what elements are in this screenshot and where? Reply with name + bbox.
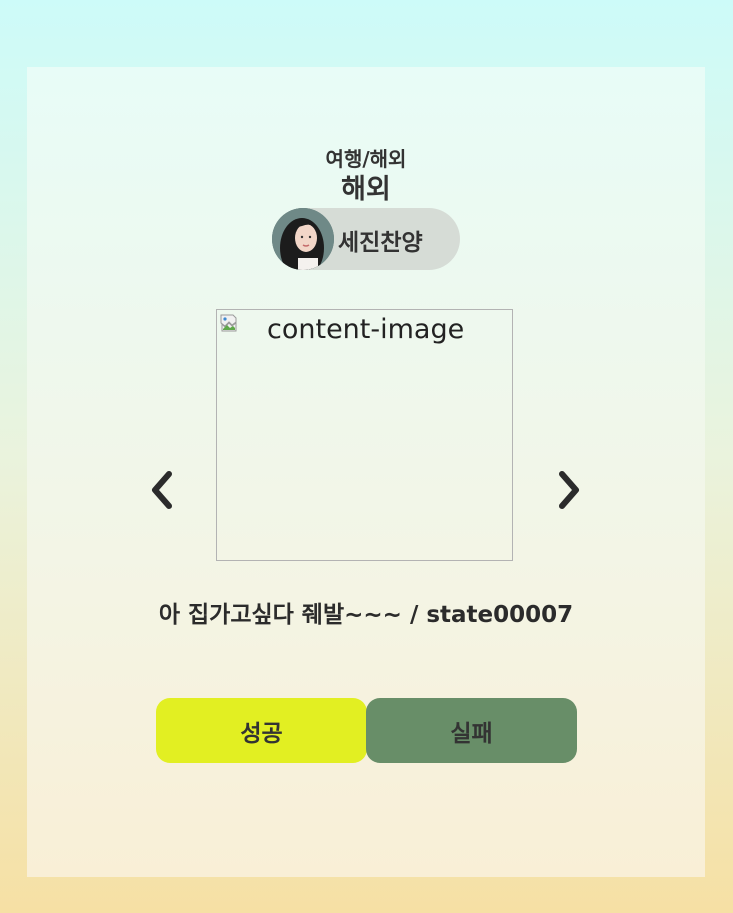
fail-button[interactable]: 실패: [366, 698, 577, 763]
user-profile-chip[interactable]: 세진찬양: [272, 208, 460, 270]
image-alt-text: content-image: [267, 314, 465, 345]
username-label: 세진찬양: [338, 230, 423, 256]
broken-image-icon: [220, 314, 237, 332]
post-card: 여행/해외 해외 세진찬양 content-image 아 집가고싶다 줴발~~…: [27, 67, 705, 877]
success-button[interactable]: 성공: [156, 698, 367, 763]
content-image: content-image: [216, 309, 513, 561]
avatar-photo-icon: [272, 208, 334, 270]
avatar: [272, 208, 334, 270]
post-caption: 아 집가고싶다 줴발~~~ / state00007: [158, 602, 574, 628]
chevron-right-icon: [559, 471, 579, 509]
prev-button[interactable]: [147, 468, 177, 512]
next-button[interactable]: [554, 468, 584, 512]
chevron-left-icon: [152, 471, 172, 509]
subcategory-title: 해외: [341, 174, 391, 205]
